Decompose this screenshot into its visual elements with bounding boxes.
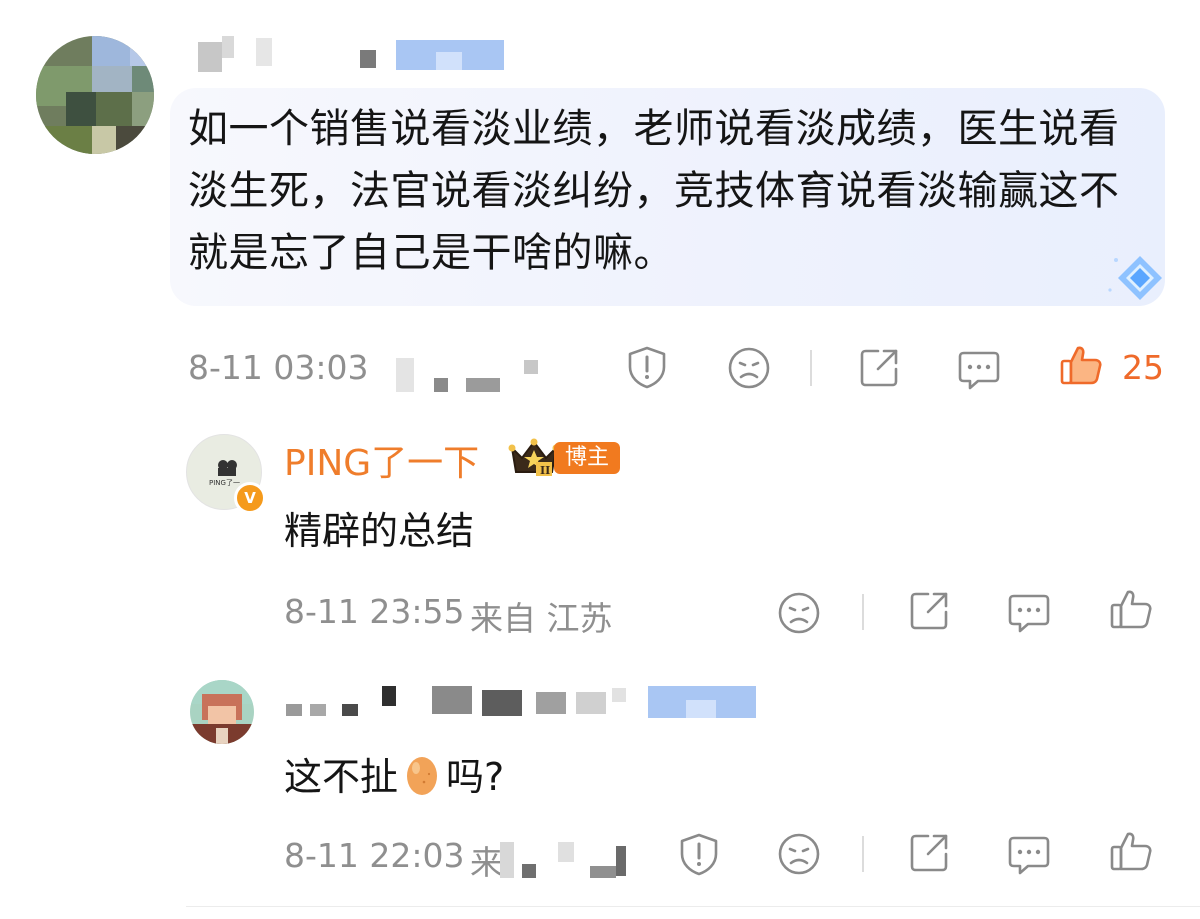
comment-location-blurred bbox=[396, 356, 546, 396]
like-icon[interactable] bbox=[1108, 586, 1154, 632]
dislike-icon[interactable] bbox=[776, 590, 822, 636]
reply-text: 这不扯 吗? bbox=[284, 746, 504, 805]
bottom-divider bbox=[186, 906, 1200, 907]
reply-text-after: 吗? bbox=[446, 755, 505, 799]
report-icon[interactable] bbox=[624, 344, 670, 390]
reply-text-before: 这不扯 bbox=[284, 755, 399, 799]
comment-time: 8-11 03:03 bbox=[188, 348, 369, 387]
reply-location-blurred bbox=[494, 836, 634, 884]
like-icon-active[interactable] bbox=[1058, 342, 1104, 388]
comment-icon[interactable] bbox=[1006, 590, 1052, 636]
like-count: 25 bbox=[1122, 348, 1164, 387]
reply-avatar-blurred[interactable] bbox=[190, 680, 254, 744]
report-icon[interactable] bbox=[676, 831, 722, 877]
reply-location: 来自 江苏 bbox=[470, 599, 613, 638]
action-divider bbox=[862, 836, 864, 872]
action-divider bbox=[862, 594, 864, 630]
author-badge: 博主 bbox=[554, 442, 620, 474]
reply-time: 8-11 22:03 bbox=[284, 836, 465, 875]
avatar-caption: PING了一 bbox=[209, 479, 240, 487]
comment-text: 如一个销售说看淡业绩，老师说看淡成绩，医生说看淡生死，法官说看淡纠纷，竞技体育说… bbox=[188, 106, 1120, 276]
crown-icon: II bbox=[508, 436, 560, 478]
reply-time: 8-11 23:55 bbox=[284, 592, 465, 631]
reply-username-blurred[interactable] bbox=[286, 682, 766, 722]
share-icon[interactable] bbox=[906, 588, 952, 634]
verified-badge: V bbox=[234, 482, 266, 514]
comment-icon[interactable] bbox=[956, 347, 1002, 393]
action-divider bbox=[810, 350, 812, 386]
comment-icon[interactable] bbox=[1006, 832, 1052, 878]
dislike-icon[interactable] bbox=[726, 345, 772, 391]
reply-text: 精辟的总结 bbox=[284, 509, 475, 553]
reply-username[interactable]: PING了一下 bbox=[284, 434, 479, 486]
svg-text:II: II bbox=[540, 464, 550, 477]
like-icon[interactable] bbox=[1108, 828, 1154, 874]
diamond-icon bbox=[1106, 246, 1174, 308]
commenter-username-blurred[interactable] bbox=[196, 36, 516, 76]
egg-emoji-icon bbox=[404, 752, 440, 805]
share-icon[interactable] bbox=[856, 345, 902, 391]
commenter-avatar[interactable] bbox=[36, 36, 154, 154]
dislike-icon[interactable] bbox=[776, 831, 822, 877]
share-icon[interactable] bbox=[906, 830, 952, 876]
